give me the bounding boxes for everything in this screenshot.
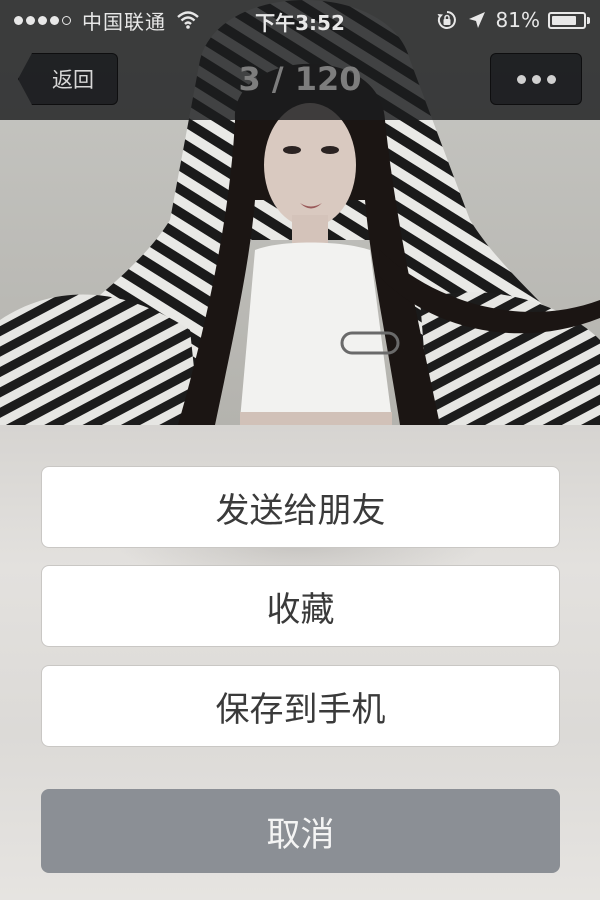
navigation-bar: 返回 3 / 120 <box>0 40 600 120</box>
rotation-lock-icon <box>436 9 458 31</box>
back-button[interactable]: 返回 <box>18 53 118 105</box>
location-arrow-icon <box>466 9 488 31</box>
ellipsis-icon <box>531 74 541 84</box>
cancel-button[interactable]: 取消 <box>41 789 560 873</box>
battery-cap <box>587 16 590 24</box>
status-bar: 中国联通 下午3:52 81% <box>0 0 600 40</box>
send-to-friend-button[interactable]: 发送给朋友 <box>41 466 560 548</box>
battery-level-fill <box>552 15 576 25</box>
more-options-button[interactable] <box>490 53 582 105</box>
action-sheet: 发送给朋友 收藏 保存到手机 取消 <box>0 425 600 900</box>
favorite-button[interactable]: 收藏 <box>41 565 560 647</box>
photo-counter-title: 3 / 120 <box>238 60 362 98</box>
image-viewer-screen: 中国联通 下午3:52 81% 返回 3 / 120 发送给朋友 收藏 保存到手… <box>0 0 600 900</box>
save-to-phone-button[interactable]: 保存到手机 <box>41 665 560 747</box>
ellipsis-icon <box>516 74 526 84</box>
battery-percentage: 81% <box>495 8 540 32</box>
ellipsis-icon <box>546 74 556 84</box>
status-right-group: 81% <box>436 7 590 33</box>
battery-icon <box>548 11 590 29</box>
